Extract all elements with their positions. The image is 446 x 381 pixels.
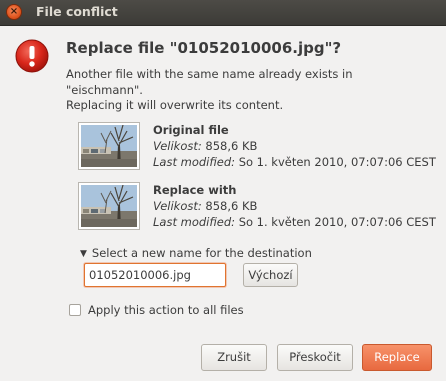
photo-thumbnail-image	[81, 125, 137, 167]
replacement-modified-row: Last modified: So 1. květen 2010, 07:07:…	[153, 214, 436, 230]
dialog-heading: Replace file "01052010006.jpg"?	[66, 39, 342, 57]
original-file-info: Original file Velikost: 858,6 KB Last mo…	[153, 122, 436, 170]
original-modified-row: Last modified: So 1. květen 2010, 07:07:…	[153, 154, 436, 170]
apply-all-row: Apply this action to all files	[69, 303, 244, 317]
replacement-file-thumbnail	[78, 182, 140, 230]
dialog-error-icon	[15, 39, 49, 73]
replacement-file-info: Replace with Velikost: 858,6 KB Last mod…	[153, 182, 436, 230]
original-size-row: Velikost: 858,6 KB	[153, 138, 436, 154]
modified-label: Last modified:	[153, 155, 236, 169]
size-value: 858,6 KB	[205, 139, 258, 153]
reset-name-button[interactable]: Výchozí	[243, 263, 298, 287]
modified-value: So 1. květen 2010, 07:07:06 CEST	[238, 155, 436, 169]
original-file-thumbnail	[78, 122, 140, 170]
replacement-file-title: Replace with	[153, 183, 237, 197]
dialog-body: Replace file "01052010006.jpg"? Another …	[0, 26, 446, 381]
close-window-button[interactable]: ×	[6, 4, 22, 20]
new-name-input[interactable]: 01052010006.jpg	[84, 263, 226, 287]
photo-thumbnail-image	[81, 185, 137, 227]
message-line: Replacing it will overwrite its content.	[66, 98, 284, 112]
skip-button[interactable]: Přeskočit	[277, 344, 353, 371]
modified-label: Last modified:	[153, 215, 236, 229]
cancel-button[interactable]: Zrušit	[201, 344, 267, 371]
message-line: "eischmann".	[66, 82, 143, 97]
rename-expander[interactable]: ▼ Select a new name for the destination	[80, 246, 312, 260]
original-file-title: Original file	[153, 123, 229, 137]
size-value: 858,6 KB	[205, 199, 258, 213]
window-title: File conflict	[36, 4, 118, 19]
replace-button[interactable]: Replace	[362, 344, 432, 371]
replacement-size-row: Velikost: 858,6 KB	[153, 198, 436, 214]
apply-all-checkbox[interactable]	[69, 303, 81, 316]
dialog-message: Another file with the same name already …	[66, 67, 426, 114]
size-label: Velikost:	[153, 139, 202, 153]
apply-all-label[interactable]: Apply this action to all files	[88, 303, 244, 317]
expander-arrow-icon: ▼	[80, 249, 87, 259]
expander-label: Select a new name for the destination	[91, 246, 312, 260]
window-titlebar: × File conflict	[0, 0, 446, 26]
size-label: Velikost:	[153, 199, 202, 213]
modified-value: So 1. květen 2010, 07:07:06 CEST	[238, 215, 436, 229]
message-line: Another file with the same name already …	[66, 67, 353, 81]
